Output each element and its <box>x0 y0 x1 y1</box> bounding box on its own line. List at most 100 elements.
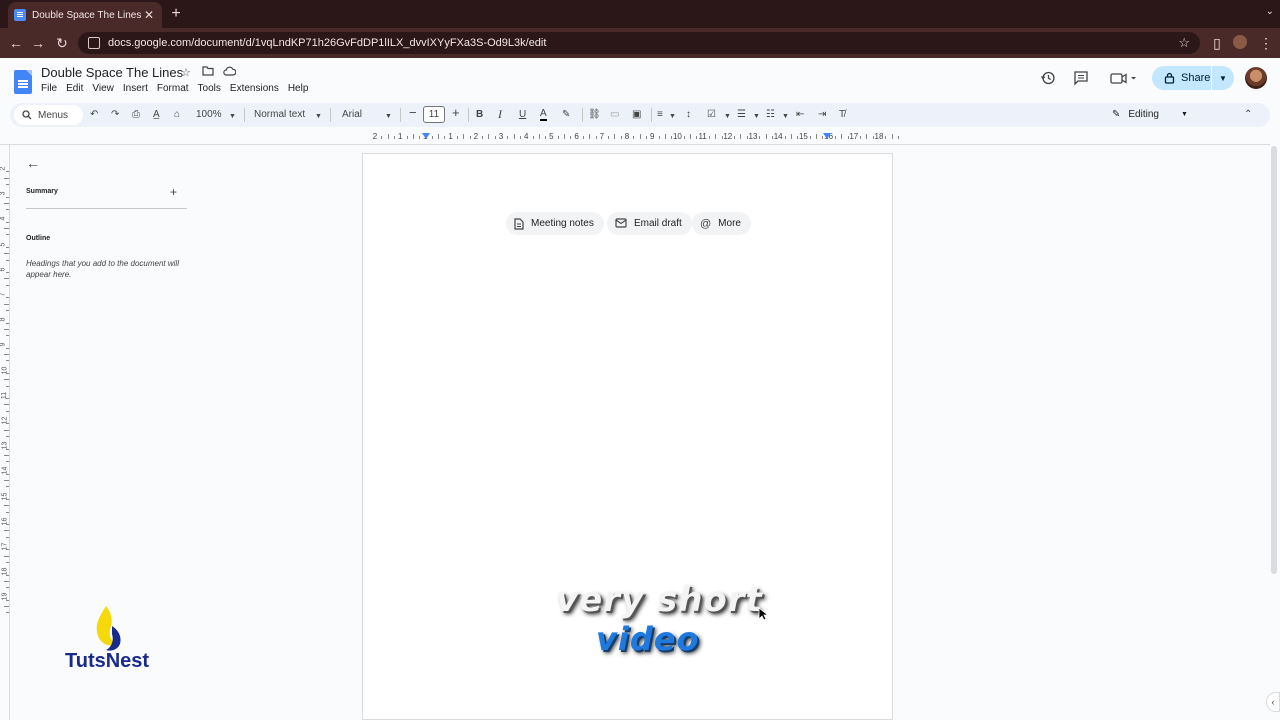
ruler-number: 15 <box>798 132 808 141</box>
vertical-ruler-tick <box>4 278 9 280</box>
ruler-tick <box>708 136 710 139</box>
vertical-ruler-tick <box>4 303 9 305</box>
ruler-tick <box>790 134 792 139</box>
highlight-color-icon[interactable]: ✎ <box>562 109 570 121</box>
line-spacing-icon[interactable]: ↕ <box>686 109 691 121</box>
add-comment-icon[interactable]: ▭ <box>610 109 619 121</box>
menu-file[interactable]: File <box>41 83 57 94</box>
share-button[interactable]: Share ▼ <box>1152 66 1234 90</box>
ruler-tick <box>885 136 887 139</box>
vertical-ruler-tick <box>6 297 9 299</box>
menu-search-input[interactable]: Menus <box>14 105 83 125</box>
ruler-tick <box>582 136 584 139</box>
italic-icon[interactable]: I <box>498 108 502 120</box>
close-outline-arrow-icon[interactable]: ← <box>26 155 40 171</box>
tab-search-chevron-icon[interactable]: ⌄ <box>1266 6 1274 17</box>
ruler-tick <box>759 136 761 139</box>
right-indent-marker-icon[interactable] <box>823 133 831 139</box>
menu-tools[interactable]: Tools <box>198 83 221 94</box>
browser-tab[interactable]: Double Space The Lines - Go ✕ <box>8 2 162 28</box>
underline-icon[interactable]: U <box>519 109 526 121</box>
redo-icon[interactable]: ↷ <box>111 109 119 121</box>
profile-avatar-icon[interactable] <box>1233 35 1247 49</box>
more-chip[interactable]: @ More <box>692 212 751 235</box>
paragraph-style-select[interactable]: Normal text <box>254 109 305 121</box>
docs-logo-icon[interactable] <box>14 70 32 94</box>
horizontal-ruler[interactable]: 2 1 1 1 2 3 4 5 6 7 8 9 10 11 12 13 14 15 16 17 18 <box>362 130 899 144</box>
font-size-input[interactable]: 11 <box>423 106 445 123</box>
ruler-tick <box>532 136 534 139</box>
menu-view[interactable]: View <box>92 83 114 94</box>
toolbar-divider <box>400 108 401 122</box>
vertical-ruler[interactable]: 2 3 4 5 6 7 8 9 10 11 12 13 14 15 16 17 18 19 <box>0 145 10 720</box>
ruler-tick <box>740 134 742 139</box>
zoom-select[interactable]: 100% <box>196 109 222 121</box>
bookmark-star-icon[interactable]: ☆ <box>1178 35 1190 51</box>
avatar[interactable] <box>1245 67 1267 89</box>
print-icon[interactable]: ⎙ <box>132 109 140 121</box>
paint-format-icon[interactable]: ⌂ <box>174 109 180 121</box>
reload-icon[interactable]: ↻ <box>54 35 70 51</box>
bulleted-list-icon[interactable]: ☰ <box>737 109 746 121</box>
ruler-tick <box>488 134 490 139</box>
side-panel-toggle-icon[interactable]: ‹ <box>1266 692 1280 712</box>
email-draft-chip[interactable]: Email draft <box>607 212 692 235</box>
align-icon[interactable]: ≡ <box>657 109 663 121</box>
increase-font-size-icon[interactable]: + <box>452 106 460 119</box>
ruler-tick <box>809 136 811 139</box>
address-bar[interactable]: docs.google.com/document/d/1vqLndKP71h26… <box>78 32 1200 54</box>
spellcheck-icon[interactable]: A̲ <box>153 109 160 121</box>
insert-image-icon[interactable]: ▣ <box>632 109 641 121</box>
text-color-icon[interactable]: A <box>540 109 547 121</box>
toolbar-divider <box>651 108 652 122</box>
forward-arrow-icon[interactable]: → <box>30 35 46 51</box>
add-summary-icon[interactable]: + <box>170 185 177 199</box>
summary-divider <box>26 208 187 209</box>
vertical-ruler-tick <box>4 177 9 179</box>
decrease-indent-icon[interactable]: ⇤ <box>796 109 804 121</box>
increase-indent-icon[interactable]: ⇥ <box>818 109 826 121</box>
site-settings-icon[interactable] <box>88 37 100 49</box>
star-icon[interactable]: ☆ <box>181 66 191 79</box>
comments-icon[interactable] <box>1073 70 1089 86</box>
vertical-ruler-number: 4 <box>0 216 7 221</box>
back-arrow-icon[interactable]: ← <box>8 35 24 51</box>
clear-formatting-icon[interactable]: T̸ <box>839 109 845 121</box>
menu-extensions[interactable]: Extensions <box>230 83 279 94</box>
undo-icon[interactable]: ↶ <box>90 109 98 121</box>
side-panel-icon[interactable]: ▯ <box>1209 35 1225 51</box>
move-folder-icon[interactable] <box>202 66 214 76</box>
docs-toolbar: Menus ↶ ↷ ⎙ A̲ ⌂ 100% ▼ Normal text ▼ Ar… <box>10 103 1270 127</box>
insert-link-icon[interactable]: ⛓ <box>588 109 601 121</box>
tab-close-icon[interactable]: ✕ <box>142 8 156 22</box>
new-tab-button[interactable]: + <box>168 5 184 23</box>
numbered-list-icon[interactable]: ☷ <box>766 109 775 121</box>
email-icon <box>615 218 627 229</box>
menu-edit[interactable]: Edit <box>66 83 83 94</box>
checklist-icon[interactable]: ☑ <box>707 109 716 121</box>
menu-help[interactable]: Help <box>288 83 309 94</box>
editing-mode-select[interactable]: ✎ Editing ▼ <box>1112 109 1188 120</box>
vertical-ruler-tick <box>6 511 9 513</box>
ruler-tick <box>438 134 439 139</box>
meeting-notes-chip[interactable]: Meeting notes <box>506 212 604 235</box>
at-icon: @ <box>700 217 712 230</box>
menu-insert[interactable]: Insert <box>123 83 148 94</box>
ruler-tick <box>557 136 559 139</box>
cloud-saved-icon[interactable] <box>223 66 236 76</box>
meet-video-icon[interactable] <box>1110 70 1138 86</box>
hide-menus-chevron-icon[interactable]: ⌃ <box>1244 109 1252 121</box>
vertical-scrollbar[interactable] <box>1271 146 1277 574</box>
browser-menu-icon[interactable]: ⋮ <box>1258 35 1274 51</box>
indent-marker-icon[interactable] <box>422 133 430 139</box>
document-title[interactable]: Double Space The Lines <box>41 65 183 80</box>
share-dropdown-icon[interactable]: ▼ <box>1212 74 1234 83</box>
toolbar-divider <box>582 108 583 122</box>
decrease-font-size-icon[interactable]: − <box>409 106 417 119</box>
version-history-icon[interactable] <box>1040 70 1056 86</box>
overlay-caption-line1: very short <box>556 580 763 620</box>
ruler-tick <box>834 136 836 139</box>
bold-icon[interactable]: B <box>476 109 483 121</box>
menu-format[interactable]: Format <box>157 83 189 94</box>
font-select[interactable]: Arial <box>342 109 362 121</box>
